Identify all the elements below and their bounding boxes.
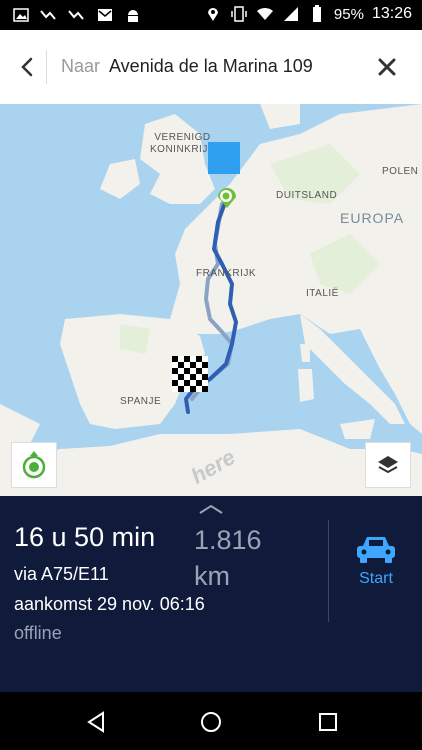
current-location-icon — [214, 184, 240, 210]
recents-nav-button[interactable] — [314, 708, 342, 736]
close-button[interactable] — [374, 54, 400, 80]
missed-call-icon — [68, 6, 86, 24]
land-sardinia — [298, 369, 314, 402]
car-icon — [357, 537, 395, 563]
signal-icon — [282, 5, 300, 23]
chevron-up-icon[interactable] — [198, 502, 224, 516]
location-icon — [204, 5, 222, 23]
destination-flag-icon[interactable] — [172, 356, 208, 392]
mail-icon — [96, 6, 114, 24]
map-view[interactable]: VERENIGD KONINKRIJK POLEN DUITSLAND EURO… — [0, 104, 422, 496]
start-navigation-button[interactable]: Start — [340, 534, 412, 604]
system-nav-bar — [0, 692, 422, 750]
back-nav-button[interactable] — [82, 708, 110, 736]
route-via: via A75/E11 — [14, 564, 109, 584]
map-label-poland: POLEN — [382, 166, 419, 177]
locate-icon — [22, 451, 46, 479]
destination-prefix: Naar — [61, 56, 101, 76]
destination-bar: Naar Avenida de la Marina 109 — [0, 30, 422, 105]
route-distance: 1.816 km — [194, 525, 262, 591]
clock: 13:26 — [371, 5, 412, 22]
map-label-spain: SPANJE — [120, 396, 162, 407]
forest-area — [120, 324, 150, 354]
map-layers-button[interactable] — [365, 442, 411, 488]
gallery-icon — [12, 6, 30, 24]
battery-percent: 95% — [333, 5, 364, 23]
offline-status: offline — [14, 623, 62, 643]
destination-field[interactable]: Avenida de la Marina 109 — [109, 56, 313, 77]
wifi-icon — [256, 5, 274, 23]
home-nav-button[interactable] — [197, 708, 225, 736]
map-label-europe: EUROPA — [340, 210, 405, 226]
layers-icon — [378, 456, 398, 474]
start-label: Start — [359, 570, 393, 587]
missed-call-icon — [40, 6, 58, 24]
map-label-germany: DUITSLAND — [276, 190, 338, 201]
chevron-left-icon — [21, 57, 33, 77]
battery-icon — [308, 5, 326, 23]
map-label-france: FRANKRIJK — [196, 268, 257, 279]
triangle-back-icon — [87, 711, 104, 733]
close-icon — [378, 58, 396, 76]
android-icon — [124, 6, 142, 24]
route-summary-panel: 16 u 50 min 1.816 km via A75/E11 aankoms… — [0, 496, 422, 692]
home-circle-icon — [201, 712, 221, 732]
map-label-italy: ITALIË — [306, 288, 339, 299]
land-sicily — [340, 419, 375, 439]
map-label-uk: VERENIGD KONINKRIJK — [150, 132, 216, 155]
land-scandinavia — [260, 104, 300, 129]
land-corsica — [300, 344, 310, 362]
status-bar: 95% 13:26 — [0, 0, 422, 30]
divider — [46, 50, 47, 84]
locate-me-button[interactable] — [11, 442, 57, 488]
route-arrival: aankomst 29 nov. 06:16 — [14, 594, 205, 614]
land-uk — [140, 114, 215, 204]
vibrate-icon — [230, 5, 248, 23]
back-button[interactable] — [14, 52, 40, 82]
route-duration: 16 u 50 min — [14, 522, 156, 552]
origin-marker[interactable] — [208, 142, 240, 174]
land-ireland — [100, 159, 140, 199]
square-recents-icon — [319, 713, 337, 731]
divider — [328, 520, 329, 622]
